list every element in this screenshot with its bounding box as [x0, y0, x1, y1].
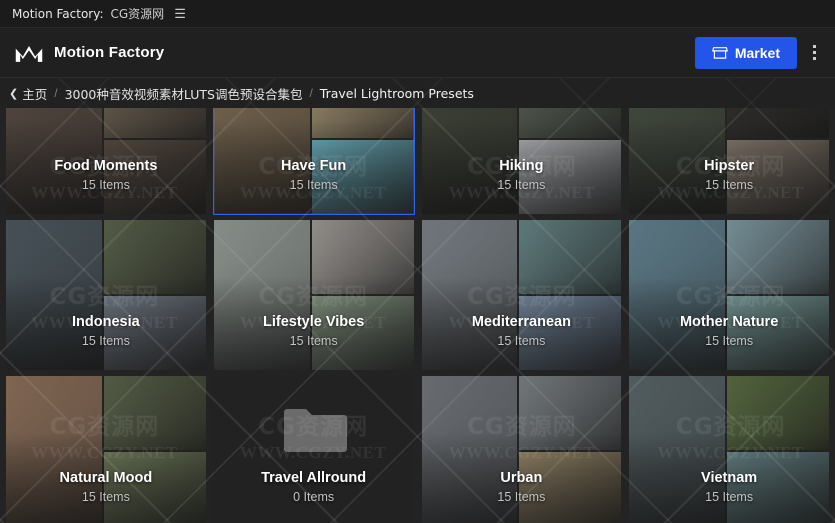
- window-title-bar: Motion Factory: CG资源网 ☰: [0, 0, 835, 28]
- preset-card[interactable]: Mediterranean 15 Items: [421, 220, 622, 370]
- folder-icon: [214, 376, 414, 523]
- thumbnail-overlay: [629, 220, 829, 370]
- kebab-dot: [812, 51, 816, 54]
- brand-name: Motion Factory: [54, 44, 165, 61]
- thumbnail-overlay: [629, 376, 829, 523]
- thumbnail-overlay: [6, 220, 206, 370]
- preset-card[interactable]: Hiking 15 Items: [421, 108, 622, 214]
- preset-card[interactable]: Have Fun 15 Items: [212, 108, 415, 215]
- breadcrumb-item-home[interactable]: 主页: [22, 84, 47, 103]
- preset-card[interactable]: Urban 15 Items: [421, 376, 622, 523]
- thumbnail-overlay: [629, 108, 829, 214]
- thumbnail-overlay: [213, 108, 414, 214]
- hamburger-menu-icon[interactable]: ☰: [174, 6, 186, 22]
- market-button-label: Market: [734, 44, 780, 61]
- breadcrumb-item-current: Travel Lightroom Presets: [319, 85, 474, 101]
- preset-card[interactable]: Hipster 15 Items: [629, 108, 829, 214]
- thumbnail-overlay: [6, 376, 206, 523]
- presets-grid-container[interactable]: Food Moments 15 Items Have Fun 15 Items Hiki…: [0, 108, 835, 523]
- thumbnail-overlay: [421, 376, 622, 523]
- presets-grid: Food Moments 15 Items Have Fun 15 Items Hiki…: [6, 108, 829, 523]
- market-button[interactable]: Market: [694, 36, 797, 69]
- preset-card[interactable]: Food Moments 15 Items: [6, 108, 206, 214]
- breadcrumb-separator: /: [309, 86, 313, 100]
- title-bar-site-label: CG资源网: [110, 7, 165, 21]
- motion-factory-window: Motion Factory: CG资源网 ☰ Motion Factory M…: [0, 0, 835, 523]
- preset-card[interactable]: Natural Mood 15 Items: [6, 376, 206, 523]
- kebab-dot: [812, 57, 816, 60]
- thumbnail-overlay: [213, 220, 414, 370]
- title-bar-app-label: Motion Factory:: [12, 6, 104, 21]
- storefront-icon: [711, 45, 728, 60]
- thumbnail-overlay: [421, 220, 622, 370]
- breadcrumb-item-pack[interactable]: 3000种音效视频素材LUTS调色预设合集包: [65, 84, 303, 103]
- preset-card[interactable]: Travel Allround 0 Items: [213, 376, 414, 523]
- breadcrumb-separator: /: [54, 86, 58, 100]
- breadcrumb: ❮ 主页 / 3000种音效视频素材LUTS调色预设合集包 / Travel L…: [0, 78, 835, 108]
- kebab-menu-icon[interactable]: [803, 37, 825, 69]
- preset-card[interactable]: Vietnam 15 Items: [629, 376, 829, 523]
- kebab-dot: [812, 45, 816, 48]
- preset-card[interactable]: Indonesia 15 Items: [6, 220, 206, 370]
- motion-factory-logo-icon: [14, 41, 44, 65]
- preset-card[interactable]: Lifestyle Vibes 15 Items: [213, 220, 414, 370]
- preset-card[interactable]: Mother Nature 15 Items: [629, 220, 829, 370]
- thumbnail-overlay: [6, 108, 206, 214]
- breadcrumb-back-icon[interactable]: ❮: [9, 87, 18, 100]
- thumbnail-overlay: [421, 108, 622, 214]
- app-header: Motion Factory Market: [0, 28, 835, 78]
